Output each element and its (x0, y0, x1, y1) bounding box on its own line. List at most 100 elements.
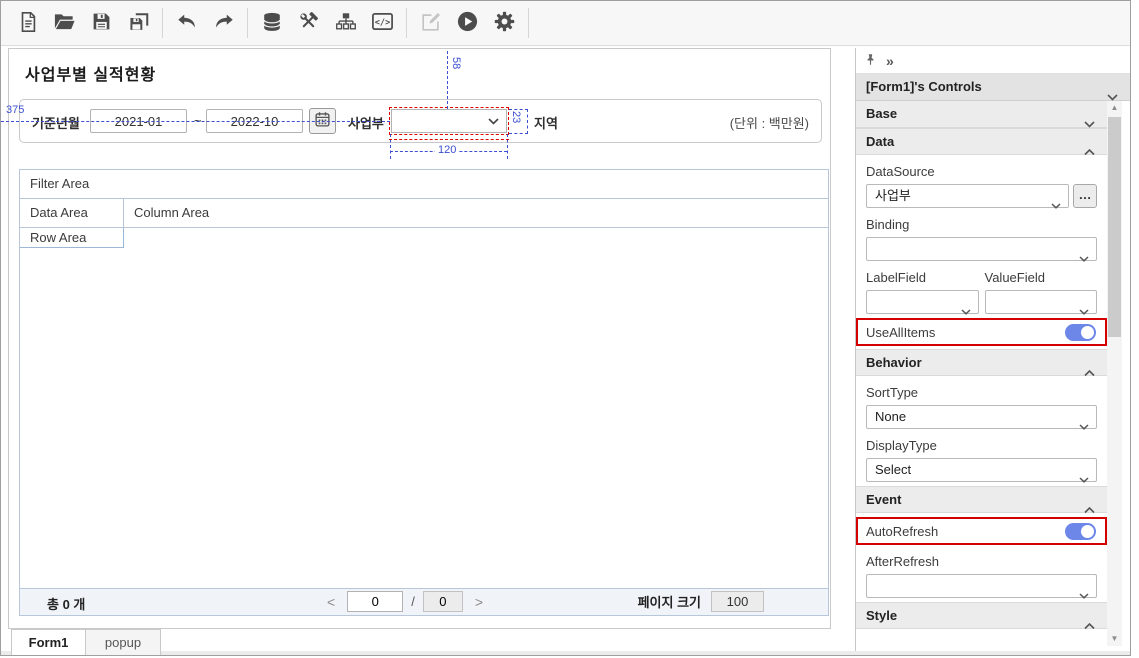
design-canvas[interactable]: 사업부별 실적현황 기준년월 ~ 사업부 지역 (단위 : 백만원) Filte… (8, 48, 831, 629)
new-document-icon (17, 11, 39, 36)
redo-icon (213, 11, 235, 36)
toolbar-separator (406, 8, 407, 38)
undo-icon (176, 11, 198, 36)
settings-button[interactable] (486, 5, 523, 41)
pager: < / > (323, 591, 487, 612)
filter-bar: 기준년월 ~ 사업부 지역 (단위 : 백만원) (19, 99, 822, 143)
play-icon (456, 10, 479, 36)
svg-text:</>: </> (375, 18, 391, 28)
displaytype-value: Select (875, 462, 912, 477)
controls-header[interactable]: [Form1]'s Controls (856, 74, 1130, 101)
tab-popup[interactable]: popup (86, 629, 161, 655)
sorttype-dropdown[interactable]: None (866, 405, 1097, 430)
scroll-up-icon[interactable]: ▲ (1107, 101, 1122, 115)
afterrefresh-label: AfterRefresh (866, 554, 939, 569)
scrollbar-thumb[interactable] (1108, 117, 1121, 337)
toolbar: </> (1, 1, 1130, 46)
date-to-input[interactable] (206, 109, 303, 133)
open-file-button[interactable] (46, 5, 83, 41)
division-dropdown[interactable] (389, 107, 509, 135)
section-behavior-label: Behavior (866, 355, 922, 370)
current-page-input[interactable] (347, 591, 404, 612)
pin-icon[interactable] (864, 52, 877, 70)
displaytype-dropdown[interactable]: Select (866, 458, 1097, 483)
total-count-label: 총 0 개 (47, 597, 86, 612)
report-title: 사업부별 실적현황 (25, 67, 157, 84)
sitemap-icon (335, 11, 357, 36)
open-folder-icon (53, 10, 76, 36)
section-style[interactable]: Style (856, 602, 1107, 630)
row-area-cell[interactable]: Row Area (20, 228, 124, 248)
panel-scrollbar[interactable]: ▲ ▼ (1107, 101, 1122, 646)
section-base[interactable]: Base (856, 101, 1107, 128)
collapse-panel-icon[interactable]: » (886, 54, 894, 68)
save-icon (91, 11, 112, 35)
section-data-label: Data (866, 134, 895, 149)
datasource-manager-button[interactable] (253, 5, 290, 41)
new-document-button[interactable] (9, 5, 46, 41)
datasource-value: 사업부 (875, 188, 911, 203)
panel-toolbar: » (856, 48, 1130, 74)
edit-pencil-icon (420, 11, 442, 36)
page-size-value[interactable]: 100 (711, 591, 764, 612)
labelfield-label: LabelField (866, 270, 926, 285)
run-button[interactable] (449, 5, 486, 41)
section-event[interactable]: Event (856, 486, 1107, 514)
pivot-grid: Filter Area Data Area Column Area Row Ar… (19, 169, 829, 616)
date-from-input[interactable] (90, 109, 187, 133)
toolbar-separator (162, 8, 163, 38)
labelfield-dropdown[interactable] (866, 290, 979, 315)
chevron-down-icon (1079, 300, 1089, 322)
filter-area-cell[interactable]: Filter Area (20, 170, 828, 199)
chevron-up-icon (1084, 497, 1095, 522)
datasource-label: DataSource (866, 164, 935, 179)
section-data[interactable]: Data (856, 128, 1107, 156)
afterrefresh-dropdown[interactable] (866, 574, 1097, 599)
section-base-label: Base (866, 106, 898, 121)
useallitems-toggle[interactable] (1065, 323, 1096, 341)
hierarchy-button[interactable] (327, 5, 364, 41)
scroll-down-icon[interactable]: ▼ (1107, 632, 1122, 646)
sorttype-label: SortType (866, 385, 919, 400)
next-page-button[interactable]: > (471, 594, 487, 610)
valuefield-dropdown[interactable] (984, 290, 1097, 315)
datasource-dropdown[interactable]: 사업부 (866, 184, 1069, 209)
column-area-cell[interactable]: Column Area (124, 199, 828, 227)
form-tabs: Form1 popup (11, 629, 161, 655)
binding-dropdown[interactable] (866, 237, 1097, 262)
section-behavior[interactable]: Behavior (856, 349, 1107, 377)
toolbar-separator (528, 8, 529, 38)
page-size-label: 페이지 크기 (637, 595, 701, 610)
calendar-icon (314, 111, 331, 131)
region-label: 지역 (534, 116, 558, 131)
app-window: </> 사업부별 실적현황 기준년월 ~ 사업부 지역 (단위 : 백만원) F… (0, 0, 1131, 656)
undo-button[interactable] (168, 5, 205, 41)
code-icon: </> (371, 10, 394, 36)
autorefresh-toggle[interactable] (1065, 522, 1096, 540)
redo-button[interactable] (205, 5, 242, 41)
datasource-more-button[interactable]: … (1073, 184, 1097, 208)
chevron-up-icon (1084, 360, 1095, 385)
save-all-icon (128, 11, 150, 36)
save-button[interactable] (83, 5, 120, 41)
prev-page-button[interactable]: < (323, 594, 339, 610)
bottom-strip (1, 651, 1130, 655)
data-area-cell[interactable]: Data Area (20, 199, 124, 227)
chevron-up-icon (1084, 613, 1095, 638)
chevron-down-icon (960, 300, 971, 322)
data-tools-button[interactable] (290, 5, 327, 41)
section-event-label: Event (866, 492, 902, 507)
save-all-button[interactable] (120, 5, 157, 41)
chevron-down-icon (1051, 194, 1061, 216)
gear-icon (493, 10, 516, 36)
edit-button[interactable] (412, 5, 449, 41)
useallitems-row: UseAllItems (856, 318, 1107, 346)
autorefresh-label: AutoRefresh (866, 523, 939, 539)
chevron-up-icon (1084, 139, 1095, 164)
code-view-button[interactable]: </> (364, 5, 401, 41)
calendar-button[interactable] (309, 108, 336, 134)
useallitems-label: UseAllItems (866, 324, 936, 340)
grid-footer: 총 0 개 < / > 페이지 크기 100 (20, 588, 828, 615)
tab-form1[interactable]: Form1 (11, 629, 86, 655)
page-size-group: 페이지 크기 100 (638, 591, 764, 612)
